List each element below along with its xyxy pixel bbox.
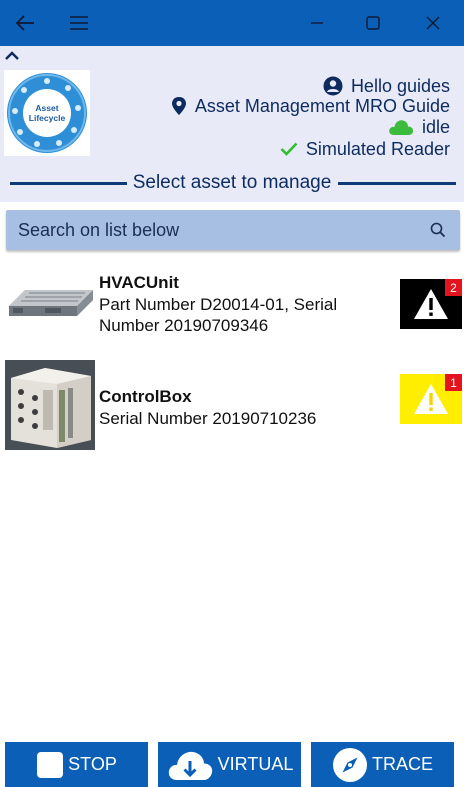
reader-text: Simulated Reader	[305, 138, 450, 159]
map-pin-icon	[171, 97, 186, 115]
close-icon	[426, 16, 440, 30]
minimize-icon	[311, 22, 323, 24]
asset-name: HVACUnit	[99, 273, 179, 292]
alert-count-badge: 2	[445, 279, 462, 296]
hvacunit-image	[5, 272, 95, 362]
asset-detail: Serial Number 20190710236	[99, 409, 317, 428]
minimize-button[interactable]	[294, 0, 340, 46]
controlbox-image	[5, 360, 95, 450]
hamburger-menu-icon	[70, 16, 88, 30]
status-text: idle	[421, 116, 450, 137]
search-icon[interactable]	[430, 222, 446, 238]
title-bar	[0, 0, 464, 46]
section-title-row: Select asset to manage	[0, 168, 464, 198]
user-circle-icon	[323, 76, 343, 96]
header-panel: Asset Lifecycle Hello guides Asset Manag…	[0, 46, 464, 188]
asset-list-item-controlbox[interactable]: ControlBox Serial Number 20190710236 1	[0, 360, 464, 452]
chevron-up-icon[interactable]	[4, 50, 20, 62]
controlbox-text: ControlBox Serial Number 20190710236	[99, 386, 389, 429]
checkmark-icon	[280, 142, 298, 156]
virtual-button[interactable]: VIRTUAL	[158, 742, 301, 787]
compass-icon	[332, 747, 367, 782]
section-title: Select asset to manage	[126, 172, 338, 194]
stop-button[interactable]: STOP	[5, 742, 148, 787]
alert-badge-controlbox[interactable]: 1	[400, 374, 462, 424]
logo-text-asset: Asset	[35, 103, 58, 113]
back-button[interactable]	[2, 0, 48, 46]
alert-count-badge: 1	[445, 374, 462, 391]
arrow-left-icon	[15, 15, 34, 31]
stop-icon	[37, 751, 64, 778]
virtual-label: VIRTUAL	[217, 754, 294, 774]
stop-label: STOP	[68, 754, 117, 774]
status-info: idle	[388, 115, 450, 139]
menu-button[interactable]	[56, 0, 102, 46]
guide-name: Asset Management MRO Guide	[194, 95, 450, 116]
cloud-icon	[389, 120, 414, 135]
search-bar	[6, 210, 460, 250]
asset-detail: Part Number D20014-01, Serial Number 201…	[99, 295, 338, 335]
close-button[interactable]	[410, 0, 456, 46]
hvacunit-text: HVACUnit Part Number D20014-01, Serial N…	[99, 272, 389, 336]
asset-list-item-hvacunit[interactable]: HVACUnit Part Number D20014-01, Serial N…	[0, 272, 464, 364]
trace-label: TRACE	[371, 754, 433, 774]
asset-lifecycle-logo: Asset Lifecycle	[4, 70, 90, 156]
trace-button[interactable]: TRACE	[311, 742, 454, 787]
alert-badge-hvacunit[interactable]: 2	[400, 279, 462, 329]
asset-name: ControlBox	[99, 387, 192, 406]
logo-text-lifecycle: Lifecycle	[29, 113, 66, 123]
search-input[interactable]	[6, 210, 406, 250]
cloud-download-icon	[168, 751, 212, 780]
maximize-icon	[366, 16, 380, 30]
reader-info: Simulated Reader	[280, 137, 450, 161]
maximize-button[interactable]	[350, 0, 396, 46]
